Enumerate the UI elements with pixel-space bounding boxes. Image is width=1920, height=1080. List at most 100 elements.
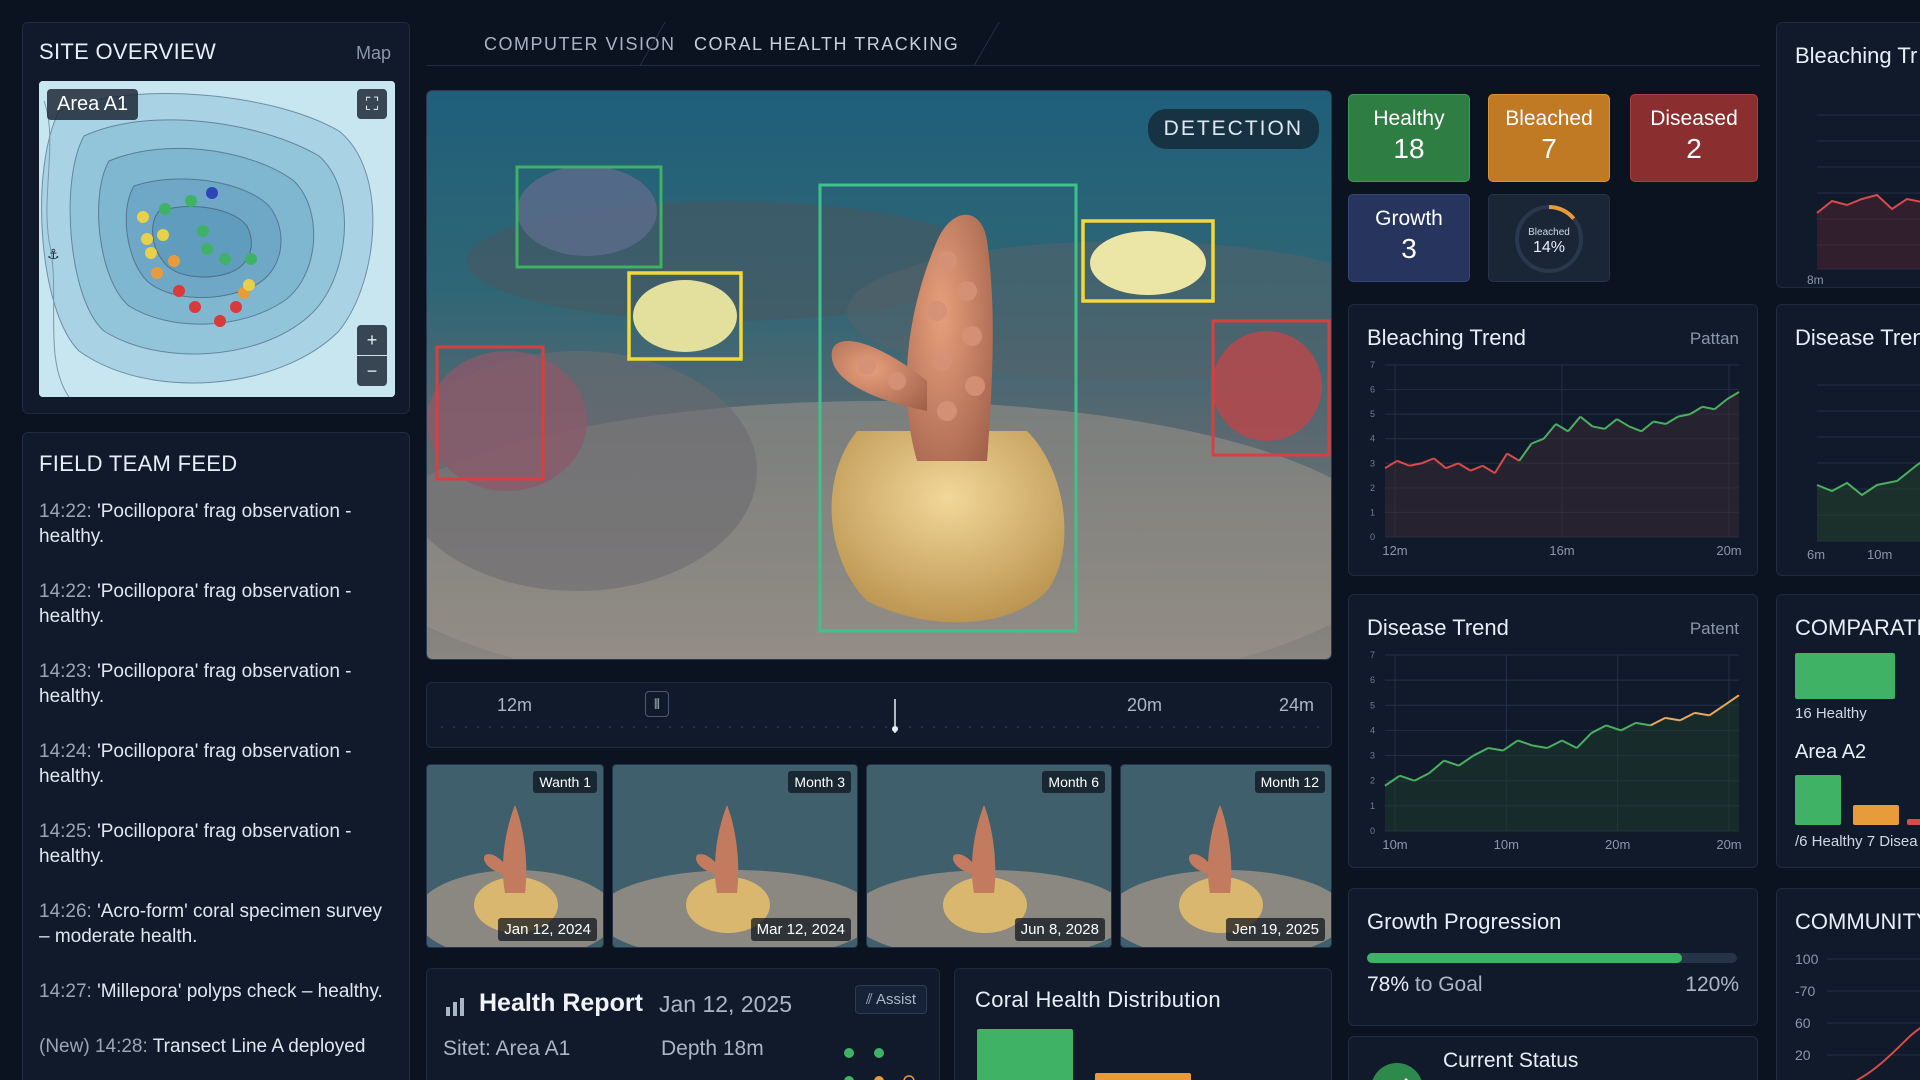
thumbnail-month-12[interactable]: Month 12 Jen 19, 2025 <box>1120 764 1332 948</box>
growth-title: Growth Progression <box>1367 909 1562 934</box>
bleaching-trend-mini[interactable]: Bleaching Tr 8m 1 <box>1776 22 1920 288</box>
y-tick-label: 1 <box>1370 801 1375 811</box>
mini-chart-tick: 10m <box>1867 547 1893 562</box>
feed-time: 14:24: <box>39 741 92 762</box>
feed-item[interactable]: 14:22: 'Pocillopora' frag observation - … <box>39 499 395 549</box>
x-tick-label: 20m <box>1716 543 1741 558</box>
feed-time: 14:26: <box>39 901 92 922</box>
timeline-track <box>441 699 1319 733</box>
detection-viewer[interactable]: DETECTION <box>426 90 1332 660</box>
site-overview-title: SITE OVERVIEW <box>39 39 217 64</box>
map-area-tag: Area A1 <box>47 89 139 120</box>
disease-trend-mini[interactable]: Disease Tren 6m 10m <box>1776 304 1920 576</box>
thumbnail-date: Jan 12, 2024 <box>498 918 597 941</box>
thumbnail-date: Jun 8, 2028 <box>1014 918 1105 941</box>
y-tick-label: 0 <box>1370 826 1375 836</box>
stat-label: Bleached <box>1505 107 1593 130</box>
site-map[interactable]: ⚓ Area A1 ⛶ + − <box>39 81 395 397</box>
thumbnail-label: Month 6 <box>1042 771 1105 793</box>
compare-healthy-label: 16 Healthy <box>1795 705 1867 722</box>
thumbnail-month-3[interactable]: Month 3 Mar 12, 2024 <box>612 764 858 948</box>
thumbnail-label: Month 3 <box>788 771 851 793</box>
y-tick-label: 5 <box>1370 700 1375 710</box>
x-tick-label: 12m <box>1382 543 1407 558</box>
a2-bar-healthy <box>1795 775 1841 825</box>
feed-item[interactable]: 14:22: 'Pocillopora' frag observation - … <box>39 579 395 629</box>
stat-label: Diseased <box>1650 107 1738 130</box>
detection-mode-label[interactable]: DETECTION <box>1147 109 1319 149</box>
stat-card-healthy[interactable]: Healthy 18 <box>1348 94 1470 182</box>
assist-icon: ⫽ <box>865 991 876 1008</box>
fullscreen-icon[interactable]: ⛶ <box>357 89 387 119</box>
stat-value: 7 <box>1541 133 1557 164</box>
y-tick-label: 6 <box>1370 675 1375 685</box>
growth-progress-track <box>1367 953 1737 963</box>
feed-item[interactable]: 14:23: 'Pocillopora' frag observation - … <box>39 659 395 709</box>
y-tick-label: 3 <box>1370 458 1375 468</box>
bleaching-trend-plot: 0 1 2 3 4 5 6 7 12m 16m 20m <box>1370 360 1742 558</box>
health-report-panel: Health Report Jan 12, 2025 ⫽ Assist Site… <box>426 968 940 1080</box>
bar-chart-icon <box>445 997 465 1022</box>
a2-legend: /6 Healthy 7 Disea <box>1795 833 1918 850</box>
stat-label: Healthy <box>1373 107 1445 130</box>
zoom-out-button[interactable]: − <box>357 356 387 386</box>
thumbnail-month-6[interactable]: Month 6 Jun 8, 2028 <box>866 764 1112 948</box>
area-a2-label: Area A2 <box>1795 741 1867 763</box>
stat-card-bleached-percent[interactable]: Bleached 14% <box>1488 194 1610 282</box>
compare-bar-healthy <box>1795 653 1895 699</box>
community-plot <box>1827 958 1920 1080</box>
assist-label: Assist <box>875 991 916 1008</box>
feed-text: 'Millepora' polyps check – healthy. <box>91 981 383 1002</box>
assist-button[interactable]: ⫽ Assist <box>854 985 927 1014</box>
feed-time: 14:23: <box>39 661 92 682</box>
field-team-feed: FIELD TEAM FEED 14:22: 'Pocillopora' fra… <box>22 432 410 1080</box>
y-tick-label: 5 <box>1370 409 1375 419</box>
growth-progression-panel: Growth Progression 78% to Goal 120% <box>1348 888 1758 1026</box>
mini-chart-plot <box>1816 384 1920 542</box>
feed-item[interactable]: 14:24: 'Pocillopora' frag observation - … <box>39 739 395 789</box>
y-tick-label: 2 <box>1370 776 1375 786</box>
feed-item[interactable]: 14:27: 'Millepora' polyps check – health… <box>39 979 395 1004</box>
site-overview-panel: SITE OVERVIEW Map ⚓ Area A1 ⛶ + − <box>22 22 410 414</box>
y-tick-label: 0 <box>1370 532 1375 542</box>
tab-bar: COMPUTER VISION CORAL HEALTH TRACKING <box>426 22 1760 66</box>
disease-trend-plot: 0 1 2 3 4 5 6 7 10m 10m 20m 20m <box>1370 650 1742 852</box>
feed-item[interactable]: 14:25: 'Pocillopora' frag observation - … <box>39 819 395 869</box>
depth-timeline[interactable]: 12m ⫴ 20m 24m <box>426 682 1332 748</box>
bleached-gauge: Bleached 14% <box>1515 205 1583 273</box>
comparative-panel: COMPARATIV 16 Healthy Area A2 /6 Healthy… <box>1776 594 1920 868</box>
thumbnail-month-1[interactable]: Wanth 1 Jan 12, 2024 <box>426 764 604 948</box>
health-report-depth: Depth 18m <box>661 1037 764 1060</box>
stat-card-diseased[interactable]: Diseased 2 <box>1630 94 1758 182</box>
disease-trend-chart[interactable]: Disease Trend Patent 0 1 2 3 4 5 6 7 10m 10m 20m 20… <box>1348 594 1758 868</box>
feed-list: 14:22: 'Pocillopora' frag observation - … <box>39 499 395 1080</box>
zoom-in-button[interactable]: + <box>357 325 387 355</box>
y-tick-label: 1 <box>1370 507 1375 517</box>
stat-value: 18 <box>1393 133 1425 164</box>
x-tick-label: 10m <box>1494 837 1519 852</box>
status-dots <box>844 1048 915 1080</box>
health-report-site: Sitet: Area A1 <box>443 1037 571 1060</box>
feed-item[interactable]: 14:26: 'Acro-form' coral specimen survey… <box>39 899 395 949</box>
stat-value: 2 <box>1686 133 1702 164</box>
feed-time: (New) 14:28: <box>39 1036 148 1057</box>
community-panel: COMMUNITY 100 -70 60 20 <box>1776 888 1920 1080</box>
map-link[interactable]: Map <box>356 43 391 64</box>
distribution-bar-healthy <box>977 1029 1073 1080</box>
y-tick-label: 7 <box>1370 650 1375 660</box>
coral-health-distribution: Coral Health Distribution <box>954 968 1332 1080</box>
mini-chart-tick: 8m <box>1807 273 1824 287</box>
distribution-title: Coral Health Distribution <box>975 987 1221 1012</box>
growth-progress-text: 78% to Goal <box>1367 973 1483 997</box>
thumbnail-date: Jen 19, 2025 <box>1226 918 1325 941</box>
stat-card-growth[interactable]: Growth 3 <box>1348 194 1470 282</box>
growth-max: 120% <box>1685 973 1739 996</box>
x-tick-label: 20m <box>1605 837 1630 852</box>
bleaching-trend-chart[interactable]: Bleaching Trend Pattan 0 1 2 3 4 5 6 7 12m 16m 20m <box>1348 304 1758 576</box>
a2-bar-diseased <box>1907 819 1920 825</box>
gauge-label: Bleached <box>1528 227 1570 238</box>
tab-coral-health-tracking[interactable]: CORAL HEALTH TRACKING <box>694 34 959 55</box>
stat-card-bleached[interactable]: Bleached 7 <box>1488 94 1610 182</box>
feed-item[interactable]: (New) 14:28: Transect Line A deployed <box>39 1034 395 1059</box>
mini-chart-plot <box>1816 114 1920 270</box>
